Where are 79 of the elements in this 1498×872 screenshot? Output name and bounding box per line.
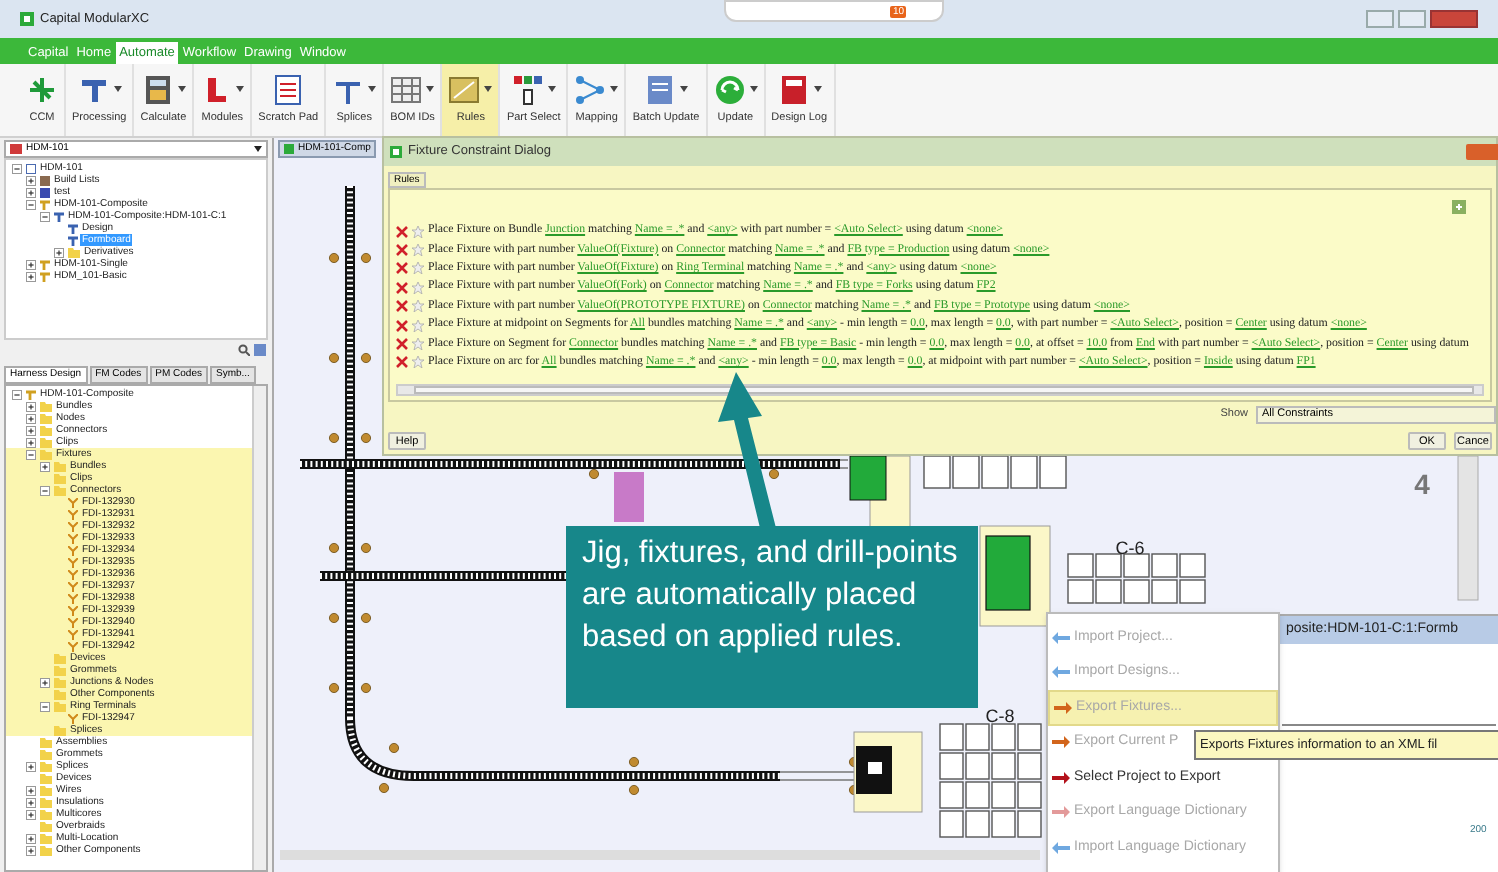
rules-icon [448, 73, 481, 106]
callout-text: Jig, fixtures, and drill-points are automatically placed based on applied rules. [582, 534, 960, 658]
expand-icon[interactable] [40, 461, 50, 471]
star-icon[interactable] [412, 281, 424, 294]
calculator-icon [141, 73, 174, 106]
app-icon [20, 12, 34, 26]
star-icon[interactable] [412, 338, 424, 351]
expand-icon[interactable] [26, 187, 36, 197]
collapse-icon[interactable] [12, 163, 22, 173]
connector-label: C-8 [985, 706, 1015, 726]
app-icon [390, 146, 402, 158]
fixture-icon [67, 713, 77, 723]
hand-icon [511, 73, 544, 106]
expand-icon[interactable] [26, 761, 36, 771]
book-icon [777, 73, 810, 106]
connector-label: 4 [1414, 468, 1430, 500]
pin-grid-drawing [939, 723, 1042, 838]
collapse-icon[interactable] [26, 449, 36, 459]
star-icon[interactable] [412, 244, 424, 257]
scroll-bar[interactable] [280, 850, 1040, 860]
scroll-bar[interactable] [252, 386, 266, 870]
expand-icon[interactable] [26, 845, 36, 855]
collapse-icon[interactable] [40, 211, 50, 221]
star-icon[interactable] [412, 300, 424, 313]
expand-icon[interactable] [26, 413, 36, 423]
expand-icon[interactable] [54, 247, 64, 257]
expand-icon[interactable] [26, 809, 36, 819]
folder-icon [67, 247, 79, 257]
delete-icon[interactable] [396, 338, 408, 351]
expand-icon[interactable] [26, 271, 36, 281]
delete-icon[interactable] [396, 300, 408, 313]
project-icon [10, 144, 22, 154]
expand-icon[interactable] [26, 425, 36, 435]
harness-icon [39, 199, 49, 209]
pin-grid-drawing [923, 455, 1067, 489]
app-icon [284, 144, 294, 154]
notepad-icon [272, 73, 305, 106]
document-icon [644, 73, 676, 106]
design-icon [53, 211, 63, 221]
expand-icon[interactable] [26, 437, 36, 447]
pin-grid-drawing [1067, 553, 1206, 604]
star-icon[interactable] [412, 225, 424, 238]
delete-icon[interactable] [396, 244, 408, 257]
scroll-bar[interactable] [1457, 455, 1479, 601]
star-icon[interactable] [412, 356, 424, 369]
delete-icon[interactable] [396, 262, 408, 275]
star-icon[interactable] [412, 262, 424, 275]
expand-icon[interactable] [26, 797, 36, 807]
expand-icon[interactable] [26, 175, 36, 185]
caret-icon [254, 146, 262, 152]
collapse-icon[interactable] [40, 701, 50, 711]
mapping-icon [574, 73, 607, 106]
collapse-icon[interactable] [40, 485, 50, 495]
delete-icon[interactable] [396, 356, 408, 369]
list-icon [39, 175, 49, 185]
expand-icon[interactable] [26, 259, 36, 269]
refresh-icon [713, 73, 746, 106]
horizontal-scroll-bar[interactable] [396, 384, 1484, 396]
network-icon [26, 73, 58, 106]
expand-icon[interactable] [26, 833, 36, 843]
harness-icon [25, 389, 35, 399]
hatched-area [614, 472, 644, 522]
connector-drawing [853, 731, 923, 813]
delete-icon[interactable] [396, 225, 408, 238]
star-icon[interactable] [412, 319, 424, 332]
search-icon[interactable] [238, 343, 250, 355]
expand-icon[interactable] [26, 785, 36, 795]
square-icon [39, 187, 49, 197]
connector-drawing [979, 525, 1051, 627]
collapse-icon[interactable] [12, 389, 22, 399]
document-icon [25, 163, 35, 173]
collapse-icon[interactable] [26, 199, 36, 209]
expand-icon[interactable] [40, 677, 50, 687]
connector-label: C-6 [1115, 538, 1145, 558]
expand-icon[interactable] [26, 401, 36, 411]
delete-icon[interactable] [396, 281, 408, 294]
table-icon [390, 73, 423, 106]
list-icon[interactable] [254, 343, 266, 355]
delete-icon[interactable] [396, 319, 408, 332]
